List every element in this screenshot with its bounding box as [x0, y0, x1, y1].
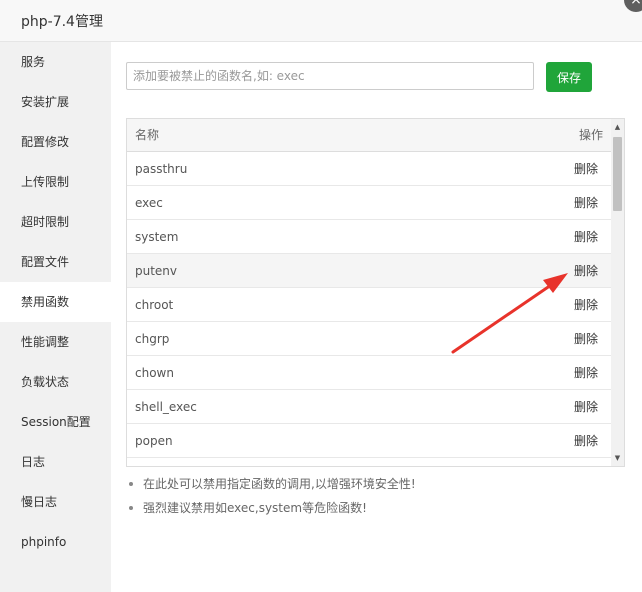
- sidebar-item-performance[interactable]: 性能调整: [0, 322, 111, 362]
- help-notes: 在此处可以禁用指定函数的调用,以增强环境安全性! 强烈建议禁用如exec,sys…: [127, 472, 617, 520]
- delete-link[interactable]: 删除: [574, 152, 598, 186]
- delete-link[interactable]: 删除: [574, 390, 598, 424]
- delete-link[interactable]: 删除: [574, 186, 598, 220]
- scrollbar-thumb[interactable]: [613, 137, 622, 211]
- save-button[interactable]: 保存: [546, 62, 592, 92]
- table-scrollbar[interactable]: ▲ ▼: [611, 119, 624, 466]
- column-header-name: 名称: [135, 128, 160, 142]
- function-name: chown: [135, 366, 174, 380]
- table-row: putenv 删除: [127, 254, 624, 288]
- note-item: 强烈建议禁用如exec,system等危险函数!: [127, 496, 617, 520]
- table-row: popen 删除: [127, 424, 624, 458]
- delete-link[interactable]: 删除: [574, 356, 598, 390]
- sidebar-item-disabled-functions[interactable]: 禁用函数: [0, 282, 111, 322]
- table-row: system 删除: [127, 220, 624, 254]
- function-name: popen: [135, 434, 173, 448]
- scroll-down-arrow-icon[interactable]: ▼: [611, 452, 624, 464]
- function-name: chgrp: [135, 332, 170, 346]
- sidebar-item-timeout-limit[interactable]: 超时限制: [0, 202, 111, 242]
- function-name: system: [135, 230, 179, 244]
- column-header-action: 操作: [578, 128, 603, 142]
- sidebar-item-log[interactable]: 日志: [0, 442, 111, 482]
- function-name: passthru: [135, 162, 188, 176]
- function-name-input[interactable]: [126, 62, 534, 90]
- table-row: chgrp 删除: [127, 322, 624, 356]
- table-header: 名称 操作: [127, 119, 624, 152]
- sidebar-item-install-extensions[interactable]: 安装扩展: [0, 82, 111, 122]
- sidebar-item-phpinfo[interactable]: phpinfo: [0, 522, 111, 562]
- function-name: putenv: [135, 264, 178, 278]
- sidebar-item-session-config[interactable]: Session配置: [0, 402, 111, 442]
- window-title: php-7.4管理: [21, 14, 103, 30]
- sidebar-item-slow-log[interactable]: 慢日志: [0, 482, 111, 522]
- table-row: exec 删除: [127, 186, 624, 220]
- function-name: shell_exec: [135, 400, 197, 414]
- delete-link[interactable]: 删除: [574, 254, 598, 288]
- sidebar-item-upload-limit[interactable]: 上传限制: [0, 162, 111, 202]
- main-content: 保存 名称 操作 passthru 删除 exec 删除 system 删除 p…: [111, 42, 642, 592]
- table-row: passthru 删除: [127, 152, 624, 186]
- delete-link[interactable]: 删除: [574, 288, 598, 322]
- note-item: 在此处可以禁用指定函数的调用,以增强环境安全性!: [127, 472, 617, 496]
- function-name: chroot: [135, 298, 174, 312]
- disabled-functions-table: 名称 操作 passthru 删除 exec 删除 system 删除 pute…: [126, 118, 625, 467]
- delete-link[interactable]: 删除: [574, 424, 598, 458]
- delete-link[interactable]: 删除: [574, 322, 598, 356]
- table-row: chroot 删除: [127, 288, 624, 322]
- sidebar-item-config-edit[interactable]: 配置修改: [0, 122, 111, 162]
- sidebar-item-service[interactable]: 服务: [0, 42, 111, 82]
- scroll-up-arrow-icon[interactable]: ▲: [611, 121, 624, 133]
- window-titlebar: php-7.4管理: [0, 0, 642, 42]
- table-row: shell_exec 删除: [127, 390, 624, 424]
- function-name: exec: [135, 196, 163, 210]
- sidebar-item-load-status[interactable]: 负载状态: [0, 362, 111, 402]
- sidebar: 服务 安装扩展 配置修改 上传限制 超时限制 配置文件 禁用函数 性能调整 负载…: [0, 42, 111, 592]
- table-row: chown 删除: [127, 356, 624, 390]
- sidebar-item-config-file[interactable]: 配置文件: [0, 242, 111, 282]
- delete-link[interactable]: 删除: [574, 220, 598, 254]
